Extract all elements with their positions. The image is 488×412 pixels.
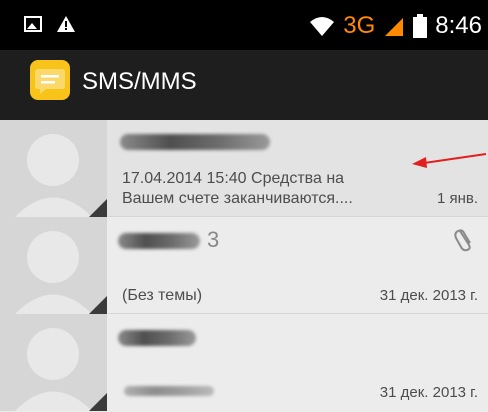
- warning-icon: [57, 16, 75, 32]
- contact-avatar[interactable]: [0, 314, 107, 411]
- sender-name-redacted: [118, 233, 200, 249]
- attachment-paperclip-icon: [454, 229, 471, 252]
- status-left-icons: [24, 15, 76, 33]
- message-preview-line1: 17.04.2014 15:40 Средства на: [122, 170, 345, 187]
- contact-avatar[interactable]: [0, 217, 107, 314]
- sender-name-redacted: [118, 330, 196, 346]
- message-preview-redacted: [124, 386, 214, 396]
- quick-contact-badge-icon: [89, 296, 107, 314]
- sender-name-redacted: [120, 134, 270, 150]
- message-date: 31 дек. 2013 г.: [379, 287, 478, 304]
- quick-contact-badge-icon: [89, 393, 107, 411]
- app-title: SMS/MMS: [82, 68, 197, 95]
- gallery-notification-icon: [24, 16, 42, 32]
- message-date: 31 дек. 2013 г.: [379, 384, 478, 401]
- signal-icon: [385, 18, 404, 36]
- thread-row[interactable]: 31 дек. 2013 г.: [0, 314, 488, 411]
- message-date: 1 янв.: [436, 190, 478, 207]
- annotation-arrow-icon: [412, 153, 487, 168]
- clock: 8:46: [435, 12, 482, 39]
- battery-icon: [413, 14, 428, 38]
- network-type-label: 3G: [343, 12, 376, 39]
- status-bar: 3G 8:46: [0, 0, 488, 50]
- message-bubble-icon[interactable]: [30, 60, 70, 100]
- message-preview-line2: Вашем счете заканчиваются....: [122, 190, 353, 207]
- wifi-icon: [310, 17, 335, 36]
- thread-row[interactable]: 3 (Без темы) 31 дек. 2013 г.: [0, 217, 488, 314]
- message-preview-line1: (Без темы): [122, 287, 203, 304]
- action-bar: SMS/MMS: [0, 50, 488, 120]
- quick-contact-badge-icon: [89, 199, 107, 217]
- status-right-icons: 3G 8:46: [309, 8, 482, 44]
- contact-avatar[interactable]: [0, 120, 107, 217]
- message-count: 3: [207, 227, 220, 252]
